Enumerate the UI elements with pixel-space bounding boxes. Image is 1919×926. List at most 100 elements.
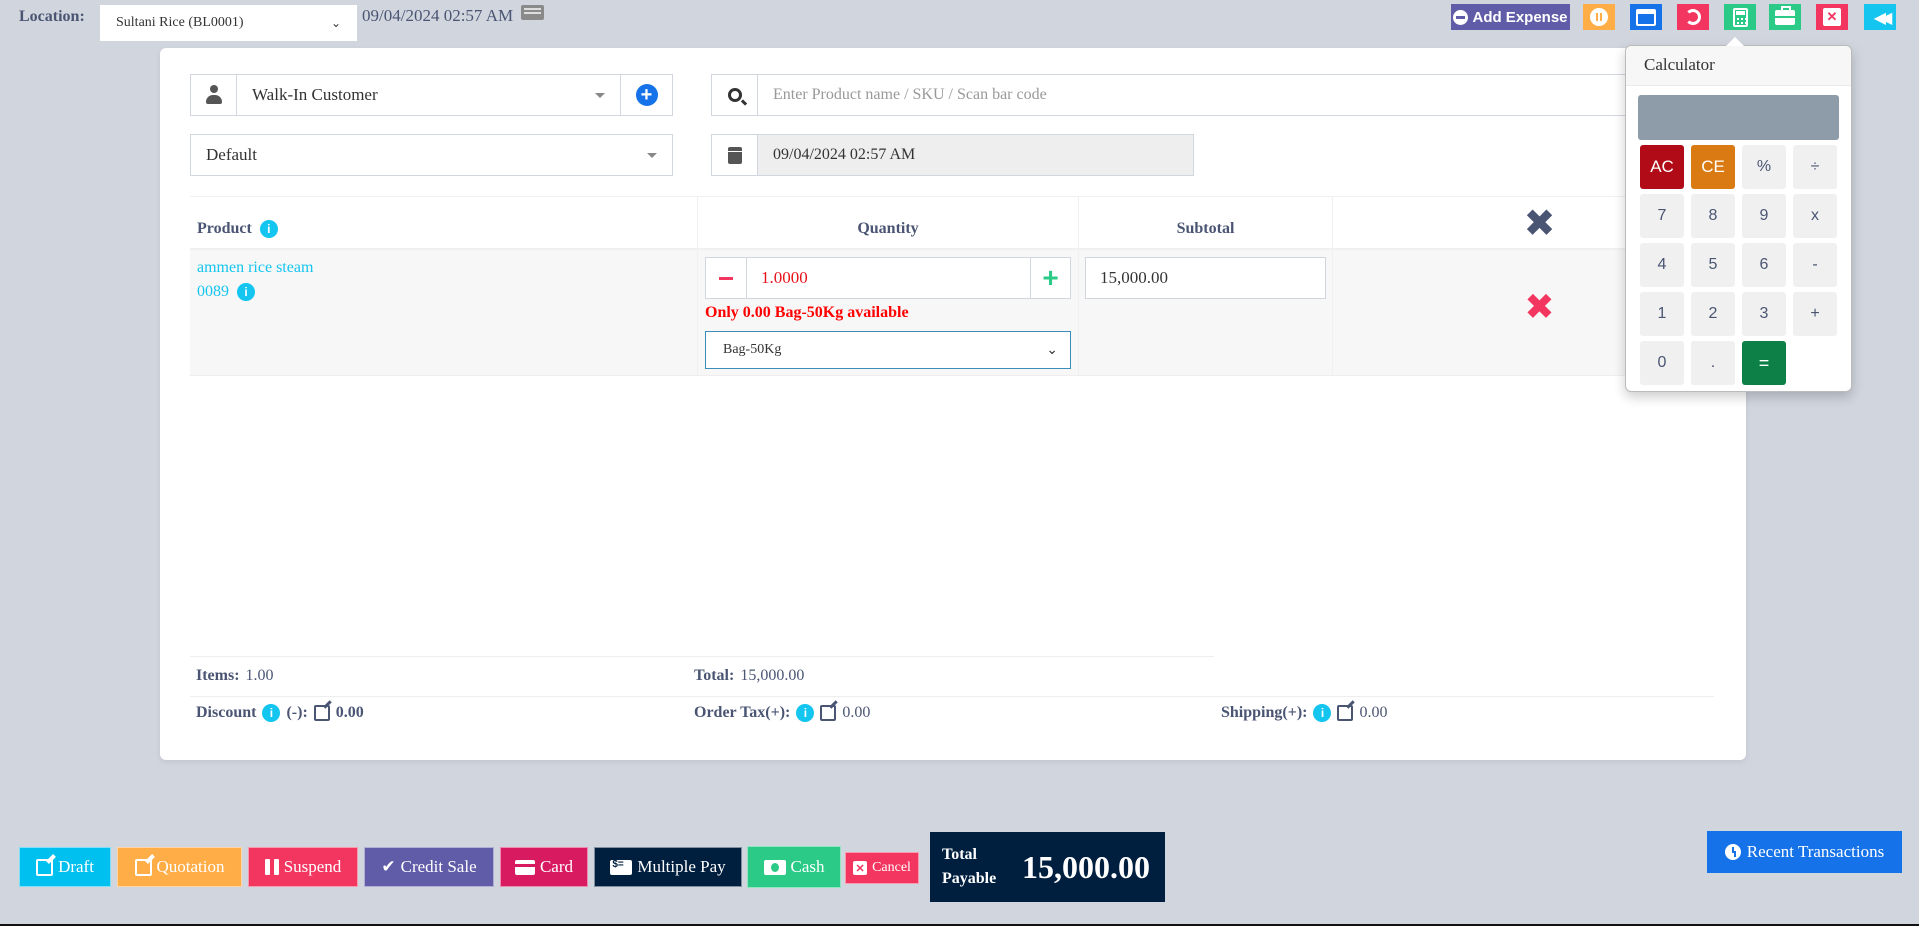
calc-key-ce[interactable]: CE — [1691, 145, 1735, 189]
calc-key-dot[interactable]: . — [1691, 341, 1735, 385]
total-payable-label-line2: Payable — [942, 870, 997, 887]
calculator-button[interactable] — [1724, 4, 1756, 30]
plus-circle-icon: + — [635, 84, 658, 106]
calc-key-divide[interactable]: ÷ — [1793, 145, 1837, 189]
calc-key-5[interactable]: 5 — [1691, 243, 1735, 287]
calc-key-percent[interactable]: % — [1742, 145, 1786, 189]
location-value: Sultani Rice (BL0001) — [116, 15, 244, 30]
calc-key-8[interactable]: 8 — [1691, 194, 1735, 238]
price-group-select[interactable]: Default — [190, 134, 673, 176]
add-expense-button[interactable]: Add Expense — [1451, 4, 1570, 30]
close-register-button[interactable] — [1769, 4, 1801, 30]
items-value: 1.00 — [245, 667, 274, 684]
briefcase-icon — [1775, 5, 1795, 25]
cash-button[interactable]: Cash — [747, 846, 841, 888]
info-icon[interactable]: i — [259, 220, 278, 238]
calc-key-plus[interactable]: + — [1793, 292, 1837, 336]
info-icon[interactable]: i — [1313, 704, 1332, 722]
order-tax-label: Order Tax(+): — [694, 704, 791, 721]
calc-key-4[interactable]: 4 — [1640, 243, 1684, 287]
sell-return-button[interactable] — [1677, 4, 1709, 30]
calc-key-1[interactable]: 1 — [1640, 292, 1684, 336]
check-icon: ✔ — [381, 857, 396, 877]
caret-down-icon — [595, 92, 605, 98]
calc-key-equals[interactable]: = — [1742, 341, 1786, 385]
card-button[interactable]: Card — [500, 847, 588, 887]
customer-group: Walk-In Customer + — [190, 74, 673, 116]
price-group-field[interactable]: Default — [191, 135, 672, 175]
recent-transactions-button[interactable]: Recent Transactions — [1707, 831, 1902, 873]
calculator-display[interactable] — [1638, 95, 1839, 140]
info-icon[interactable]: i — [262, 704, 281, 722]
search-addon[interactable] — [712, 75, 758, 115]
multiple-pay-button[interactable]: Multiple Pay — [594, 847, 742, 887]
shipping-value: 0.00 — [1359, 704, 1388, 721]
items-count: Items: 1.00 — [196, 667, 274, 685]
add-customer-button[interactable]: + — [620, 75, 672, 115]
info-icon[interactable]: i — [796, 704, 815, 722]
divider — [190, 696, 1714, 697]
customer-select[interactable]: Walk-In Customer — [237, 75, 620, 115]
calc-key-0[interactable]: 0 — [1640, 341, 1684, 385]
quotation-button[interactable]: Quotation — [117, 847, 242, 887]
unit-select[interactable]: Bag-50Kg ⌄ — [705, 331, 1071, 369]
quantity-increase-button[interactable]: + — [1030, 258, 1070, 298]
calc-key-7[interactable]: 7 — [1640, 194, 1684, 238]
items-label: Items: — [196, 667, 240, 684]
product-cell: ammen rice steam 0089 i — [190, 250, 698, 375]
calc-key-9[interactable]: 9 — [1742, 194, 1786, 238]
keyboard-icon[interactable] — [521, 5, 544, 20]
order-tax-row: Order Tax(+): i 0.00 — [694, 704, 870, 722]
suspended-sales-button[interactable] — [1583, 4, 1615, 30]
transaction-date-input[interactable]: 09/04/2024 02:57 AM — [758, 135, 1193, 175]
total-payable-label: Total Payable — [942, 843, 1012, 891]
calc-key-3[interactable]: 3 — [1742, 292, 1786, 336]
edit-shipping-icon[interactable] — [1337, 705, 1354, 721]
subtotal-cell: 15,000.00 — [1079, 250, 1333, 375]
chevron-down-icon: ⌄ — [330, 15, 341, 30]
edit-tax-icon[interactable] — [820, 705, 837, 721]
credit-card-icon — [514, 859, 535, 875]
card-label: Card — [539, 857, 574, 876]
register-details-button[interactable] — [1630, 4, 1662, 30]
cancel-button[interactable]: ✕ Cancel — [845, 852, 919, 884]
calc-key-multiply[interactable]: x — [1793, 194, 1837, 238]
quantity-cell: 1.0000 + Only 0.00 Bag-50Kg available Ba… — [698, 250, 1079, 375]
search-plus-icon — [727, 88, 742, 102]
cash-label: Cash — [790, 857, 825, 876]
suspend-button[interactable]: Suspend — [248, 847, 358, 887]
close-window-icon: ✕ — [1823, 8, 1841, 26]
total-payable: Total Payable 15,000.00 — [930, 832, 1165, 902]
header-product: Product i — [190, 197, 698, 248]
calendar-icon — [727, 146, 742, 164]
total-amount: Total: 15,000.00 — [694, 667, 804, 685]
info-icon[interactable]: i — [237, 283, 255, 301]
shipping-label: Shipping(+): — [1221, 704, 1308, 721]
total-payable-value: 15,000.00 — [1022, 848, 1150, 885]
quantity-input[interactable]: 1.0000 — [746, 258, 1030, 298]
calculator-title: Calculator — [1626, 46, 1851, 86]
quantity-decrease-button[interactable] — [706, 258, 746, 298]
header-subtotal: Subtotal — [1079, 197, 1333, 248]
remove-row-icon[interactable]: ✖ — [1524, 290, 1554, 326]
product-name-link[interactable]: ammen rice steam — [197, 259, 313, 277]
edit-discount-icon[interactable] — [313, 705, 330, 721]
go-back-button[interactable]: ◀◀ — [1864, 4, 1896, 30]
draft-button[interactable]: Draft — [19, 847, 111, 887]
credit-sale-button[interactable]: ✔ Credit Sale — [364, 847, 494, 887]
calculator-popover: Calculator AC CE % ÷ 7 8 9 x 4 5 6 - 1 2… — [1625, 37, 1852, 392]
product-search-input[interactable]: Enter Product name / SKU / Scan bar code — [758, 75, 1746, 115]
close-pos-button[interactable]: ✕ — [1816, 4, 1848, 30]
customer-addon — [191, 75, 237, 115]
calc-key-6[interactable]: 6 — [1742, 243, 1786, 287]
plus-icon: + — [1042, 262, 1059, 293]
backward-icon: ◀◀ — [1873, 7, 1892, 27]
location-select[interactable]: Sultani Rice (BL0001) ⌄ — [100, 5, 357, 41]
total-value: 15,000.00 — [740, 667, 805, 684]
calc-key-minus[interactable]: - — [1793, 243, 1837, 287]
subtotal-input[interactable]: 15,000.00 — [1085, 257, 1326, 299]
discount-value: 0.00 — [335, 704, 364, 721]
calc-key-ac[interactable]: AC — [1640, 145, 1684, 189]
quantity-stepper: 1.0000 + — [705, 257, 1071, 299]
calc-key-2[interactable]: 2 — [1691, 292, 1735, 336]
